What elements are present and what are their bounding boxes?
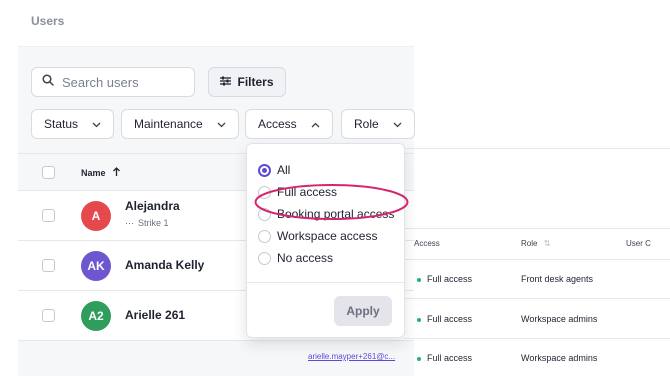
option-label: All [277,163,291,177]
radio-selected-icon [258,163,271,177]
option-label: No access [277,251,334,265]
name-header-label: Name [81,168,106,178]
role-filter-chip[interactable]: Role [341,109,415,139]
status-dot-icon [417,277,421,282]
sort-icon: ⇅ [543,239,551,248]
status-dot-icon [417,317,421,322]
table-row[interactable]: Full access Front desk agents [404,259,670,299]
chip-label: Access [258,117,297,131]
sliders-icon [220,75,232,89]
access-option-all[interactable]: All [258,163,290,177]
email-link[interactable]: arielle.mayper+261@c... [308,352,395,361]
page-title: Users [31,14,65,28]
role-cell: Front desk agents [521,274,594,284]
user-name: Arielle 261 [125,308,186,322]
avatar: A2 [81,301,111,331]
table-row[interactable]: Full access Workspace admins [404,299,670,339]
chevron-down-icon [92,117,101,131]
access-dropdown: All Full access Booking portal access Wo… [246,143,405,338]
highlight-ellipse-annotation [254,184,409,220]
access-cell: Full access [417,353,472,363]
avatar: AK [81,251,111,281]
more-dots-icon: ⋯ [125,218,134,228]
access-column-header[interactable]: Access [414,239,440,248]
row-checkbox[interactable] [42,309,55,322]
sort-up-arrow-icon [112,167,121,179]
role-header-label: Role [521,239,538,248]
search-input[interactable] [62,74,192,90]
right-table-header: Access Role ⇅ User C [404,228,670,260]
role-cell: Workspace admins [521,314,598,324]
row-checkbox[interactable] [42,209,55,222]
name-column-header[interactable]: Name [81,167,121,179]
chip-label: Role [354,117,379,131]
radio-icon [258,251,271,265]
filters-button[interactable]: Filters [208,67,286,97]
status-dot-icon [417,356,421,361]
chip-label: Maintenance [134,117,203,131]
chip-label: Status [44,117,79,131]
search-icon [42,73,54,91]
chevron-up-icon [311,117,320,131]
access-filter-chip[interactable]: Access [245,109,333,139]
role-cell: Workspace admins [521,353,598,363]
filters-label: Filters [237,75,274,89]
chevron-down-icon [217,117,226,131]
access-option-workspace[interactable]: Workspace access [258,229,377,243]
option-label: Workspace access [277,229,378,243]
chevron-down-icon [393,117,402,131]
select-all-checkbox[interactable] [42,166,55,179]
apply-button[interactable]: Apply [334,296,392,326]
access-cell: Full access [417,274,472,284]
row-checkbox[interactable] [42,259,55,272]
access-option-none[interactable]: No access [258,251,333,265]
user-status: Strike 1 [138,218,169,228]
table-row[interactable]: Full access Workspace admins [404,339,670,376]
radio-icon [258,229,271,243]
status-filter-chip[interactable]: Status [31,109,115,139]
divider [247,282,404,283]
divider [404,148,670,149]
user-name: Amanda Kelly [125,258,205,272]
user-column-header[interactable]: User C [626,239,651,248]
role-column-header[interactable]: Role ⇅ [521,239,550,248]
access-cell: Full access [417,314,472,324]
maintenance-filter-chip[interactable]: Maintenance [121,109,239,139]
avatar: A [81,201,111,231]
search-box[interactable] [31,67,195,97]
user-name: Alejandra [125,199,180,213]
